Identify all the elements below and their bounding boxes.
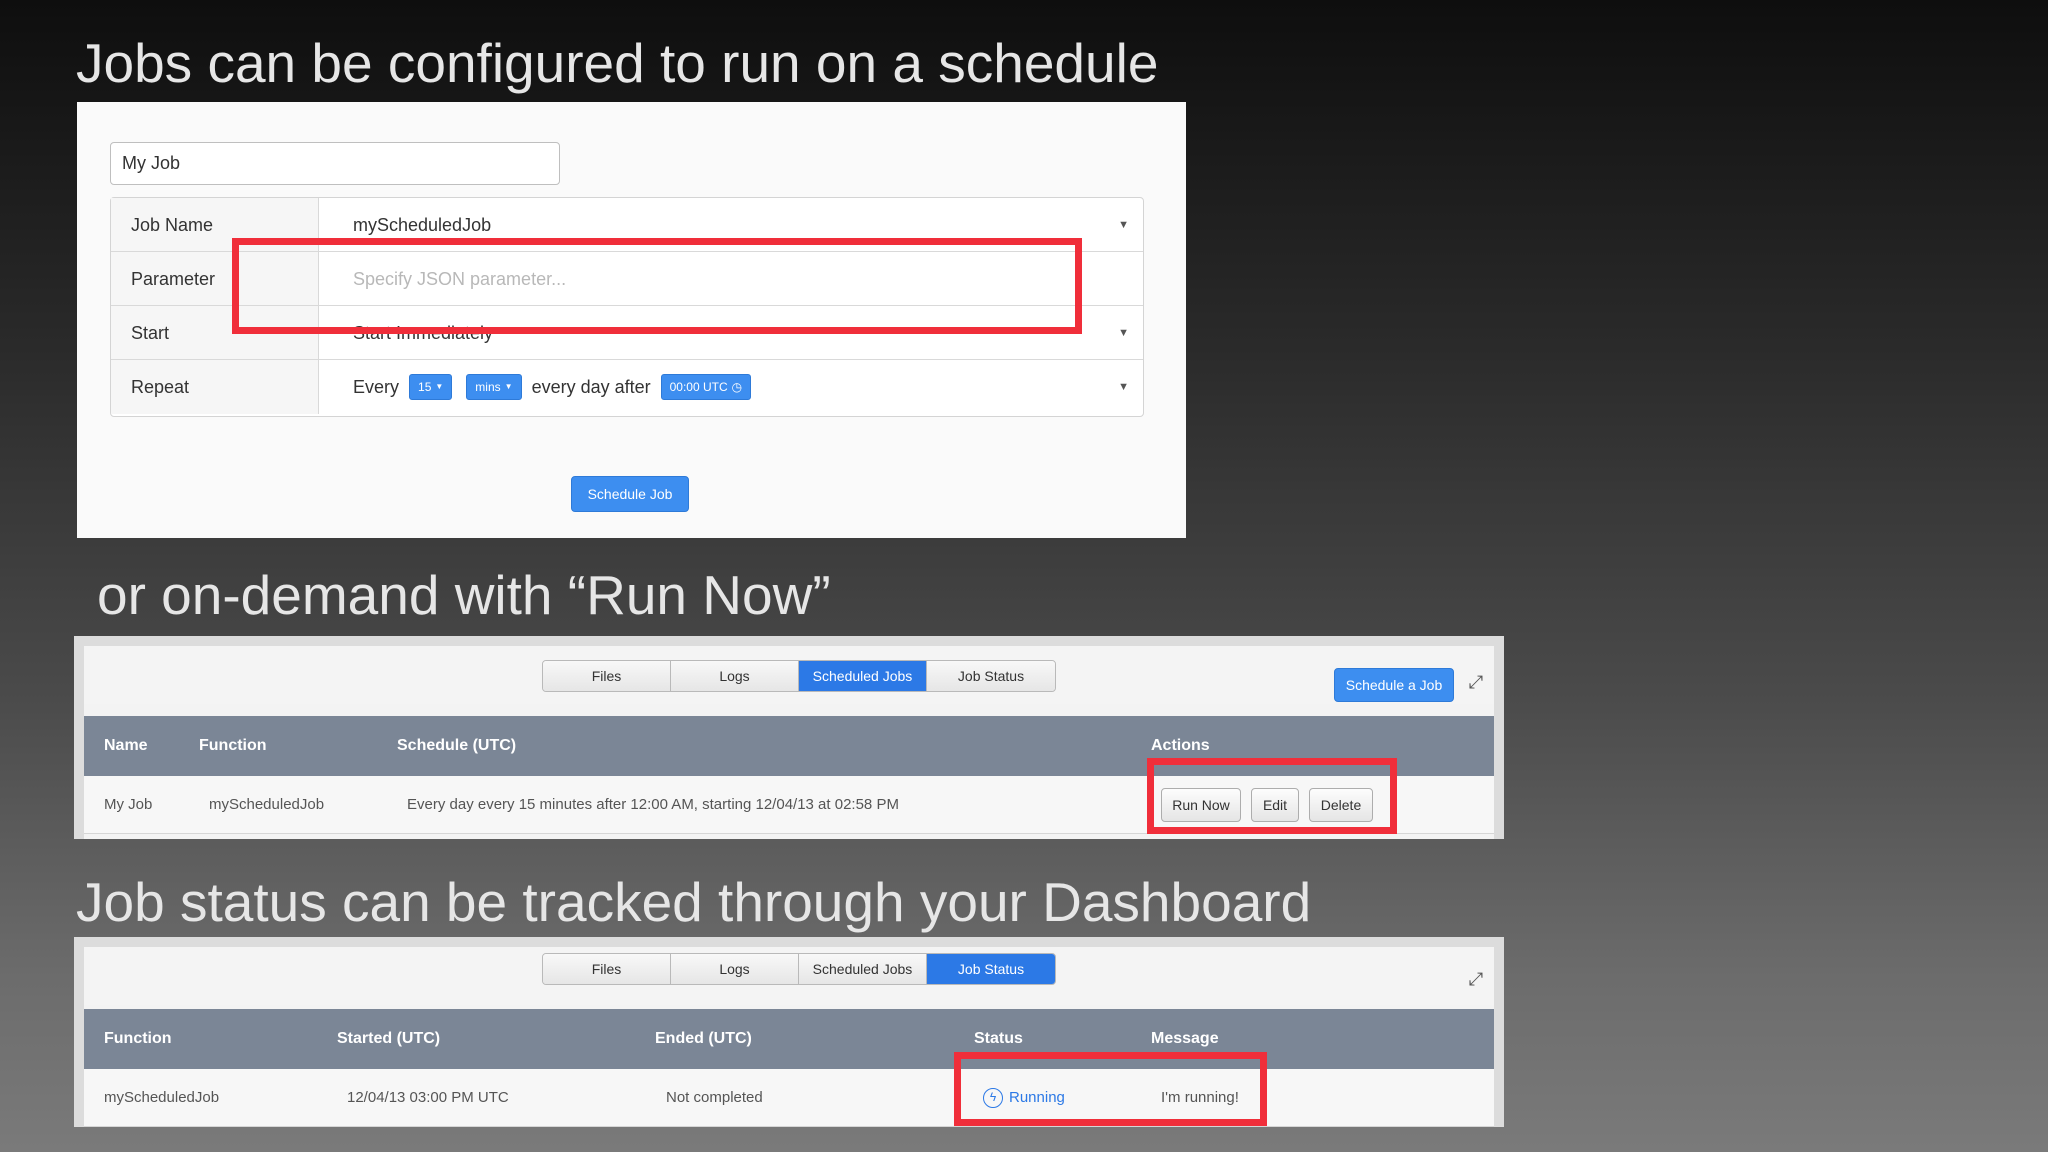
parameter-row: Parameter Specify JSON parameter... [111, 252, 1143, 306]
column-header: Status [974, 1030, 1023, 1047]
delete-button[interactable]: Delete [1309, 788, 1373, 822]
schedule-form-panel: My Job Job Name myScheduledJob ▼ Paramet… [77, 102, 1186, 538]
job-name-row: Job Name myScheduledJob ▼ [111, 198, 1143, 252]
repeat-field: Every 15 ▼ mins ▼ every day after 00:00 … [319, 360, 1143, 414]
function-cell: myScheduledJob [209, 796, 325, 813]
expand-icon[interactable]: ⤢ [1466, 969, 1486, 989]
column-header: Function [104, 1030, 172, 1047]
repeat-row: Repeat Every 15 ▼ mins ▼ every day after… [111, 360, 1143, 414]
column-header: Function [199, 737, 267, 754]
status-cell[interactable]: ϟ Running [983, 1069, 1065, 1127]
every-text: Every [353, 377, 400, 397]
job-name-label: Job Name [111, 198, 319, 251]
run-now-button[interactable]: Run Now [1161, 788, 1241, 822]
function-cell: myScheduledJob [104, 1089, 220, 1106]
job-name-value: myScheduledJob [353, 215, 492, 235]
start-row: Start Start Immediately ▼ [111, 306, 1143, 360]
tab-scheduled-jobs[interactable]: Scheduled Jobs [799, 661, 927, 691]
start-select[interactable]: Start Immediately ▼ [319, 306, 1143, 359]
parameter-input[interactable]: Specify JSON parameter... [319, 252, 1143, 305]
job-status-table-header: Function Started (UTC) Ended (UTC) Statu… [84, 1009, 1494, 1069]
schedule-a-job-button[interactable]: Schedule a Job [1334, 668, 1454, 702]
tab-logs[interactable]: Logs [671, 661, 799, 691]
schedule-heading: Jobs can be configured to run on a sched… [76, 32, 1159, 94]
edit-button[interactable]: Edit [1251, 788, 1299, 822]
scheduled-jobs-table-header: Name Function Schedule (UTC) Actions [84, 716, 1494, 776]
chevron-down-icon: ▼ [504, 382, 513, 391]
job-title-input[interactable]: My Job [110, 142, 560, 185]
time-picker[interactable]: 00:00 UTC ◷ [660, 374, 752, 400]
tab-files[interactable]: Files [543, 661, 671, 691]
started-cell: 12/04/13 03:00 PM UTC [347, 1089, 509, 1106]
after-text: every day after [531, 377, 651, 397]
chevron-down-icon: ▼ [1118, 219, 1129, 231]
unit-select[interactable]: mins ▼ [466, 374, 522, 400]
job-status-panel: Files Logs Scheduled Jobs Job Status ⤢ F… [74, 937, 1504, 1127]
scheduled-jobs-panel: Files Logs Scheduled Jobs Job Status Sch… [74, 636, 1504, 839]
tab-job-status[interactable]: Job Status [927, 954, 1055, 984]
expand-icon[interactable]: ⤢ [1466, 672, 1486, 692]
job-name-cell: My Job [104, 796, 153, 813]
schedule-job-button[interactable]: Schedule Job [571, 476, 689, 512]
column-header: Message [1151, 1030, 1219, 1047]
interval-value: 15 [418, 380, 432, 394]
table-row: myScheduledJob 12/04/13 03:00 PM UTC Not… [84, 1069, 1494, 1127]
repeat-label: Repeat [111, 360, 319, 414]
column-header: Schedule (UTC) [397, 737, 517, 754]
ended-cell: Not completed [666, 1089, 763, 1106]
column-header: Actions [1151, 737, 1210, 754]
start-label: Start [111, 306, 319, 359]
dashboard-tabs: Files Logs Scheduled Jobs Job Status [542, 660, 1056, 692]
tab-files[interactable]: Files [543, 954, 671, 984]
time-value: 00:00 UTC [669, 380, 728, 394]
unit-value: mins [475, 380, 501, 394]
column-header: Name [104, 737, 148, 754]
chevron-down-icon: ▼ [1118, 381, 1129, 393]
parameter-label: Parameter [111, 252, 319, 305]
interval-select[interactable]: 15 ▼ [409, 374, 453, 400]
schedule-cell: Every day every 15 minutes after 12:00 A… [407, 796, 899, 813]
schedule-form-table: Job Name myScheduledJob ▼ Parameter Spec… [110, 197, 1144, 417]
tab-job-status[interactable]: Job Status [927, 661, 1055, 691]
status-heading: Job status can be tracked through your D… [76, 871, 1312, 933]
clock-icon: ◷ [731, 380, 743, 394]
table-row: My Job myScheduledJob Every day every 15… [84, 776, 1494, 834]
chevron-down-icon: ▼ [1118, 327, 1129, 339]
column-header: Ended (UTC) [655, 1030, 752, 1047]
job-name-select[interactable]: myScheduledJob ▼ [319, 198, 1143, 251]
start-value: Start Immediately [353, 323, 494, 343]
chevron-down-icon: ▼ [435, 382, 444, 391]
on-demand-heading: or on-demand with “Run Now” [97, 564, 831, 626]
tab-logs[interactable]: Logs [671, 954, 799, 984]
dashboard-tabs: Files Logs Scheduled Jobs Job Status [542, 953, 1056, 985]
tab-scheduled-jobs[interactable]: Scheduled Jobs [799, 954, 927, 984]
message-cell: I'm running! [1161, 1089, 1239, 1106]
bolt-icon: ϟ [983, 1088, 1003, 1108]
status-badge: Running [1009, 1089, 1065, 1106]
column-header: Started (UTC) [337, 1030, 441, 1047]
